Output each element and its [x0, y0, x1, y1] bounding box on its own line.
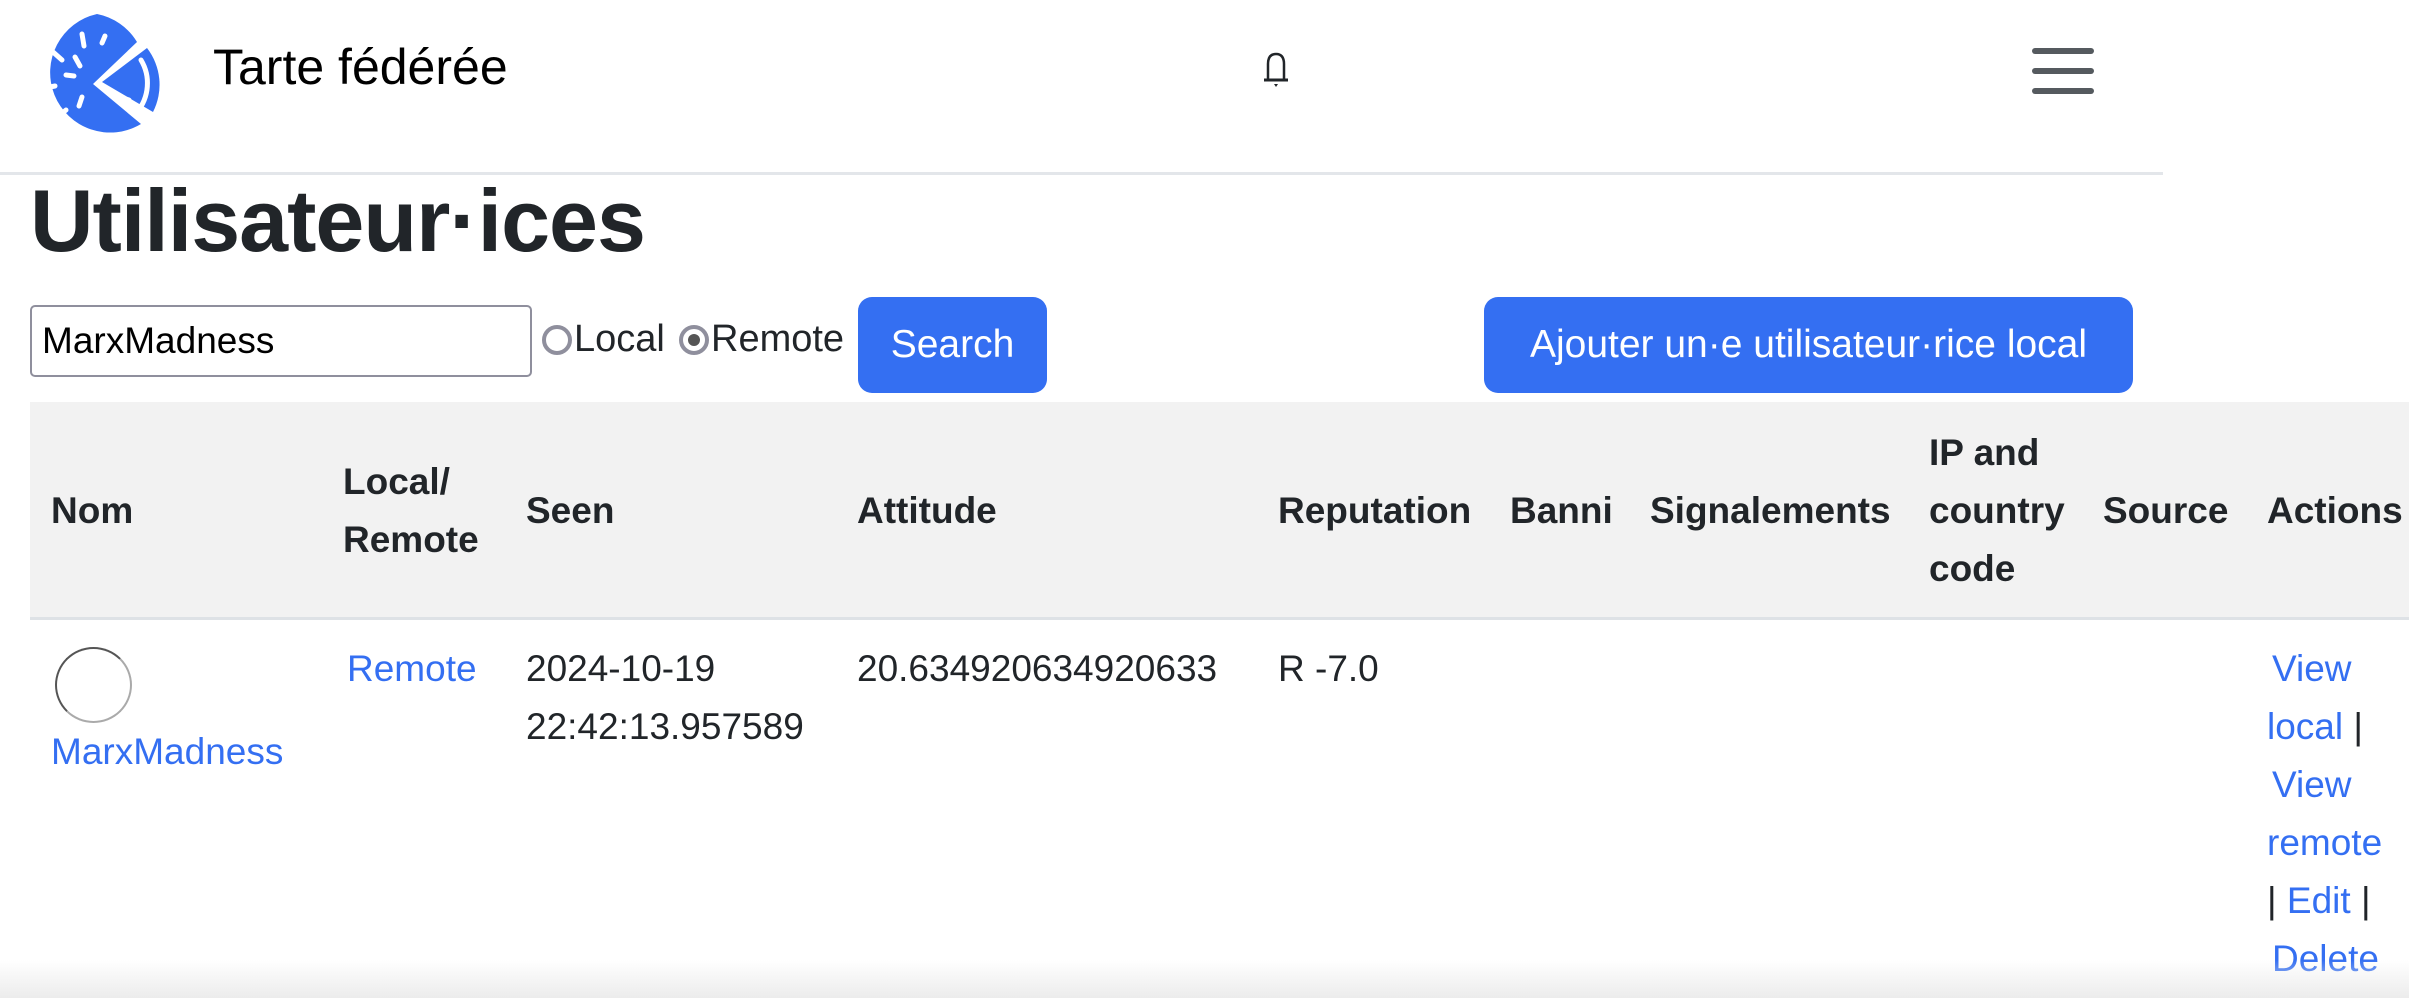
col-seen: Seen [526, 490, 615, 531]
navbar: Tarte fédérée [0, 0, 2163, 175]
search-input[interactable] [30, 305, 532, 377]
bell-icon[interactable] [1256, 50, 1296, 92]
radio-remote-circle[interactable] [679, 324, 709, 355]
pie-logo-icon[interactable] [33, 12, 165, 134]
col-attitude: Attitude [857, 490, 997, 531]
user-name-link[interactable]: MarxMadness [51, 723, 283, 781]
reputation-value: R -7.0 [1278, 648, 1379, 689]
actions-cell: View local | View remote | Edit | Delete [2267, 640, 2409, 988]
radio-local[interactable]: Local [542, 318, 665, 361]
col-ip-line3: code [1929, 548, 2016, 589]
seen-date: 2024-10-19 [526, 648, 716, 689]
edit-link[interactable]: Edit [2287, 880, 2351, 921]
add-local-user-button[interactable]: Ajouter un·e utilisateur·rice local [1484, 297, 2133, 393]
table-header: Nom Local/ Remote Seen Attitude Reputati… [30, 402, 2409, 620]
search-button[interactable]: Search [858, 297, 1047, 393]
avatar[interactable] [55, 647, 132, 723]
col-signalements: Signalements [1650, 490, 1891, 531]
separator: | [2360, 880, 2371, 921]
attitude-value: 20.634920634920633 [857, 648, 1218, 689]
col-actions: Actions [2267, 490, 2403, 531]
col-ip-line1: IP and [1929, 432, 2040, 473]
col-ip-line2: country [1929, 490, 2065, 531]
view-remote-link[interactable]: View [2272, 764, 2352, 805]
col-source: Source [2103, 490, 2229, 531]
separator: | [2267, 880, 2277, 921]
view-local-link[interactable]: View [2272, 648, 2352, 689]
separator: | [2353, 706, 2364, 747]
local-remote-link[interactable]: Remote [347, 640, 477, 698]
view-local-link-line2[interactable]: local [2267, 706, 2343, 747]
view-remote-link-line2[interactable]: remote [2267, 822, 2382, 863]
radio-remote[interactable]: Remote [679, 318, 844, 361]
scroll-shadow [0, 960, 2409, 998]
col-reputation: Reputation [1278, 490, 1472, 531]
radio-local-circle[interactable] [542, 324, 572, 355]
brand-name[interactable]: Tarte fédérée [213, 38, 508, 96]
col-banni: Banni [1510, 490, 1613, 531]
radio-remote-label: Remote [711, 318, 845, 360]
col-local-remote: Local/ Remote [343, 402, 479, 620]
users-admin-page: Tarte fédérée Utilisateur·ices Local Rem… [0, 0, 2409, 998]
seen-time: 22:42:13.957589 [526, 706, 804, 747]
col-local-remote-line2: Remote [343, 519, 479, 560]
col-ip-country: IP and country code [1929, 402, 2065, 620]
radio-local-label: Local [574, 318, 665, 360]
hamburger-menu-icon[interactable] [2032, 46, 2094, 96]
page-title: Utilisateur·ices [30, 171, 646, 270]
col-local-remote-line1: Local/ [343, 461, 450, 502]
col-nom: Nom [51, 490, 134, 531]
